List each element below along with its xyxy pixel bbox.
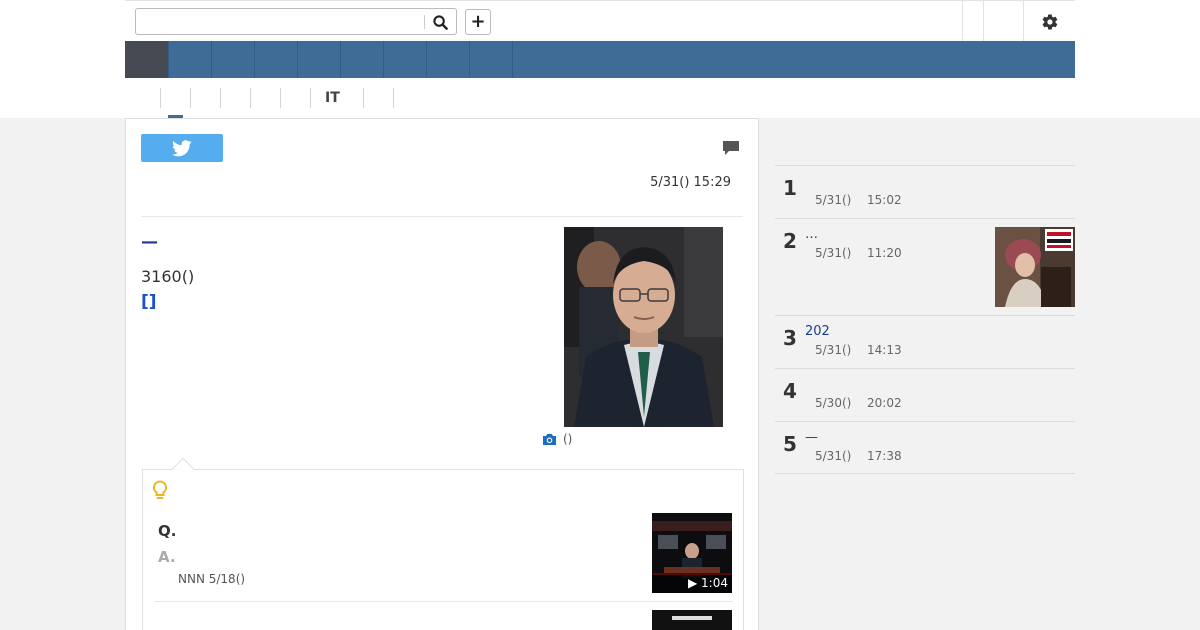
rank-time: 17:38 — [867, 449, 902, 463]
divider — [154, 601, 733, 602]
divider — [141, 216, 743, 217]
sub-nav-item-main[interactable] — [160, 88, 190, 118]
rank-title[interactable]: 202 — [805, 324, 830, 339]
rank-thumbnail-image — [995, 227, 1075, 307]
ranking-item[interactable]: 2 … 5/31() 11:20 — [775, 218, 1075, 315]
rank-date: 5/31() — [815, 343, 852, 357]
nav-item[interactable] — [212, 41, 255, 78]
read-more-link[interactable]: [] — [141, 292, 157, 312]
article-summary: 3160() — [141, 267, 195, 286]
question-label[interactable]: Q. — [158, 522, 176, 540]
gear-icon — [1042, 14, 1058, 30]
ranking-item[interactable]: 5 — 5/31() 17:38 — [775, 421, 1075, 474]
qa-pointer — [171, 457, 195, 481]
rank-number: 5 — [783, 432, 797, 456]
sub-nav-item[interactable] — [220, 88, 250, 108]
rank-time: 14:13 — [867, 343, 902, 357]
rank-number: 1 — [783, 176, 797, 200]
search-button[interactable] — [429, 12, 451, 32]
portrait-image — [564, 227, 723, 427]
sub-nav-item[interactable] — [250, 88, 280, 108]
search-icon — [432, 14, 448, 30]
rank-time: 11:20 — [867, 246, 902, 260]
ranking-item[interactable]: 4 5/30() 20:02 — [775, 368, 1075, 421]
toolbar-divider — [1023, 1, 1024, 41]
video-thumbnail[interactable] — [652, 610, 732, 630]
rank-date: 5/31() — [815, 449, 852, 463]
settings-button[interactable] — [1039, 11, 1061, 33]
nav-item[interactable] — [298, 41, 341, 78]
article-panel: 5/31() 15:29 — 3160() [] () Q. A. NNN 5/… — [125, 118, 759, 630]
photo-caption-text: () — [563, 432, 573, 446]
add-button[interactable]: + — [465, 9, 491, 35]
rank-number: 3 — [783, 326, 797, 350]
rank-title[interactable]: — — [805, 430, 818, 445]
nav-item[interactable] — [384, 41, 427, 78]
rank-number: 4 — [783, 379, 797, 403]
comment-icon — [723, 141, 739, 155]
video-duration: ▶ 1:04 — [652, 573, 732, 593]
rank-date: 5/31() — [815, 246, 852, 260]
lightbulb-icon — [152, 480, 168, 506]
sub-nav-item[interactable] — [393, 88, 423, 108]
main-nav — [125, 41, 1075, 78]
video-thumbnail[interactable]: ▶ 1:04 — [652, 513, 732, 593]
video-frame-image — [652, 610, 732, 630]
rank-time: 20:02 — [867, 396, 902, 410]
sub-nav: IT — [160, 88, 423, 118]
search-divider — [424, 15, 425, 29]
nav-item[interactable] — [470, 41, 513, 78]
nav-item[interactable] — [169, 41, 212, 78]
sub-nav-item[interactable] — [190, 88, 220, 108]
ranking-item[interactable]: 3 202 5/31() 14:13 — [775, 315, 1075, 368]
nav-item[interactable] — [427, 41, 470, 78]
video-source: NNN 5/18() — [178, 572, 246, 586]
nav-item[interactable] — [341, 41, 384, 78]
rank-date: 5/30() — [815, 396, 852, 410]
publish-date: 5/31() 15:29 — [650, 175, 731, 190]
search-input[interactable] — [138, 11, 422, 32]
twitter-share-button[interactable] — [141, 134, 223, 162]
nav-item-home[interactable] — [125, 41, 169, 78]
comment-button[interactable] — [722, 139, 740, 157]
nav-item[interactable] — [255, 41, 298, 78]
ranking-item[interactable]: 1 5/31() 15:02 — [775, 165, 1075, 218]
rank-thumbnail[interactable] — [995, 227, 1075, 307]
article-photo[interactable] — [564, 227, 723, 427]
ranking-list: 1 5/31() 15:02 2 … 5/31() 11:20 3 202 5/… — [775, 165, 1075, 474]
toolbar-divider — [962, 1, 963, 41]
rank-time: 15:02 — [867, 193, 902, 207]
sub-nav-item[interactable] — [280, 88, 310, 108]
top-toolbar: + — [125, 0, 1075, 41]
photo-caption[interactable]: () — [542, 432, 572, 446]
search-box — [135, 8, 457, 35]
twitter-icon — [172, 139, 192, 156]
rank-title[interactable]: … — [805, 227, 818, 242]
rank-date: 5/31() — [815, 193, 852, 207]
toolbar-divider — [983, 1, 984, 41]
sub-nav-item-it[interactable]: IT — [310, 88, 363, 108]
answer-label: A. — [158, 548, 176, 566]
rank-number: 2 — [783, 229, 797, 253]
article-headline[interactable]: — — [141, 232, 158, 252]
qa-box: Q. A. NNN 5/18() ▶ 1:04 — [142, 457, 744, 630]
camera-icon — [543, 434, 556, 445]
sub-nav-item[interactable] — [363, 88, 393, 108]
